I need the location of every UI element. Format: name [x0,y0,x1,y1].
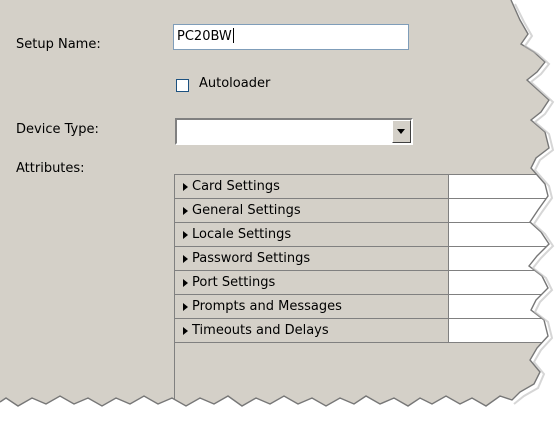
attribute-label: Password Settings [192,251,311,266]
attribute-row[interactable]: Prompts and Messages [175,295,557,319]
expand-triangle-icon[interactable] [183,303,188,311]
attribute-name-cell[interactable]: Locale Settings [175,223,449,246]
attribute-row[interactable]: Locale Settings [175,223,557,247]
expand-triangle-icon[interactable] [183,231,188,239]
attribute-name-cell[interactable]: General Settings [175,199,449,222]
autoloader-label[interactable]: Autoloader [199,76,270,91]
setup-name-value: PC20BW [177,29,232,44]
attribute-name-cell[interactable]: Card Settings [175,175,449,198]
attribute-name-cell[interactable]: Password Settings [175,247,449,270]
setup-name-input[interactable]: PC20BW [173,24,409,50]
attribute-row[interactable]: Password Settings [175,247,557,271]
expand-triangle-icon[interactable] [183,279,188,287]
attribute-row[interactable]: General Settings [175,199,557,223]
attribute-label: Card Settings [192,179,280,194]
attribute-name-cell[interactable]: Prompts and Messages [175,295,449,318]
expand-triangle-icon[interactable] [183,327,188,335]
attribute-label: Timeouts and Delays [192,323,329,338]
attribute-name-cell[interactable]: Timeouts and Delays [175,319,449,342]
attribute-value-cell[interactable] [449,247,557,270]
attribute-label: General Settings [192,203,301,218]
attribute-value-cell[interactable] [449,199,557,222]
device-type-label: Device Type: [16,122,99,137]
attribute-value-cell[interactable] [449,319,557,342]
dropdown-arrow-icon[interactable] [392,120,411,143]
attribute-label: Prompts and Messages [192,299,342,314]
settings-panel: Setup Name: PC20BW Autoloader Device Typ… [0,0,557,421]
expand-triangle-icon[interactable] [183,183,188,191]
attribute-label: Locale Settings [192,227,292,242]
expand-triangle-icon[interactable] [183,207,188,215]
attribute-value-cell[interactable] [449,223,557,246]
setup-name-label: Setup Name: [16,37,101,52]
attributes-grid[interactable]: Card Settings General Settings Locale Se… [174,174,557,421]
attribute-row[interactable]: Timeouts and Delays [175,319,557,343]
device-type-select[interactable] [175,118,413,145]
attribute-label: Port Settings [192,275,276,290]
attribute-name-cell[interactable]: Port Settings [175,271,449,294]
text-caret [232,28,234,43]
attributes-label: Attributes: [16,161,85,176]
autoloader-checkbox[interactable] [176,79,189,92]
attribute-value-cell[interactable] [449,295,557,318]
attribute-row[interactable]: Port Settings [175,271,557,295]
expand-triangle-icon[interactable] [183,255,188,263]
attribute-row[interactable]: Card Settings [175,175,557,199]
attribute-value-cell[interactable] [449,271,557,294]
attribute-value-cell[interactable] [449,175,557,198]
